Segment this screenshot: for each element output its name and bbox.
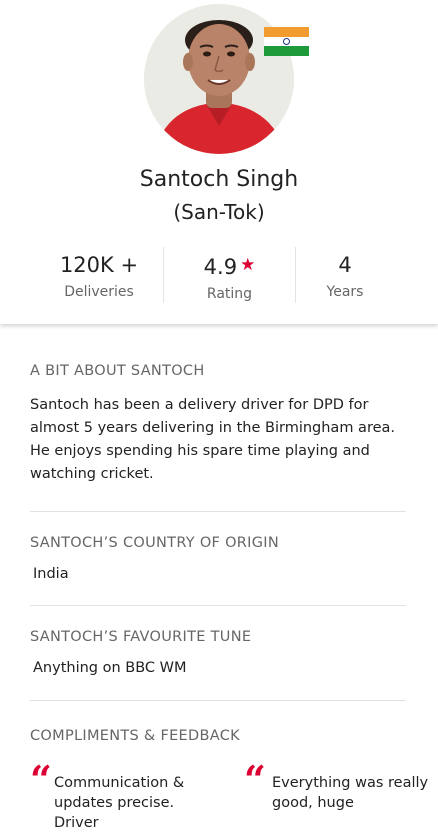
origin-heading: SANTOCH’S COUNTRY OF ORIGIN bbox=[30, 535, 280, 551]
about-text: Santoch has been a delivery driver for D… bbox=[30, 397, 395, 482]
stat-value: 4 bbox=[338, 253, 352, 277]
stat-label: Rating bbox=[206, 286, 253, 302]
stat-value: 4.9 bbox=[203, 255, 238, 279]
feedback-text: Everything was really good, huge bbox=[272, 775, 429, 811]
star-icon: ★ bbox=[240, 255, 256, 275]
tune-heading: SANTOCH’S FAVOURITE TUNE bbox=[30, 629, 252, 645]
origin-value: India bbox=[33, 566, 69, 582]
about-heading: A BIT ABOUT SANTOCH bbox=[30, 363, 205, 379]
stat-years: 4 Years bbox=[296, 245, 394, 305]
tune-value: Anything on BBC WM bbox=[33, 660, 187, 676]
stat-value: 120K + bbox=[59, 253, 139, 277]
section-divider bbox=[30, 511, 406, 512]
stat-deliveries: 120K + Deliveries bbox=[34, 245, 164, 305]
quote-icon: “ bbox=[244, 757, 266, 802]
section-divider bbox=[30, 605, 406, 606]
driver-profile-card: Santoch Singh (San-Tok) 120K + Deliverie… bbox=[0, 0, 438, 324]
stats-row: 120K + Deliveries 4.9 ★ Rating 4 Years bbox=[0, 245, 438, 305]
feedback-heading: COMPLIMENTS & FEEDBACK bbox=[30, 728, 240, 744]
section-divider bbox=[30, 700, 406, 701]
driver-pronunciation: (San-Tok) bbox=[173, 200, 265, 224]
india-flag-icon bbox=[264, 27, 309, 57]
feedback-text: Communication & updates precise. Driver bbox=[54, 775, 185, 831]
stat-label: Deliveries bbox=[64, 284, 134, 300]
stat-label: Years bbox=[326, 284, 364, 300]
stat-rating: 4.9 ★ Rating bbox=[164, 245, 295, 305]
quote-icon: “ bbox=[30, 757, 52, 802]
driver-name: Santoch Singh bbox=[139, 167, 299, 192]
